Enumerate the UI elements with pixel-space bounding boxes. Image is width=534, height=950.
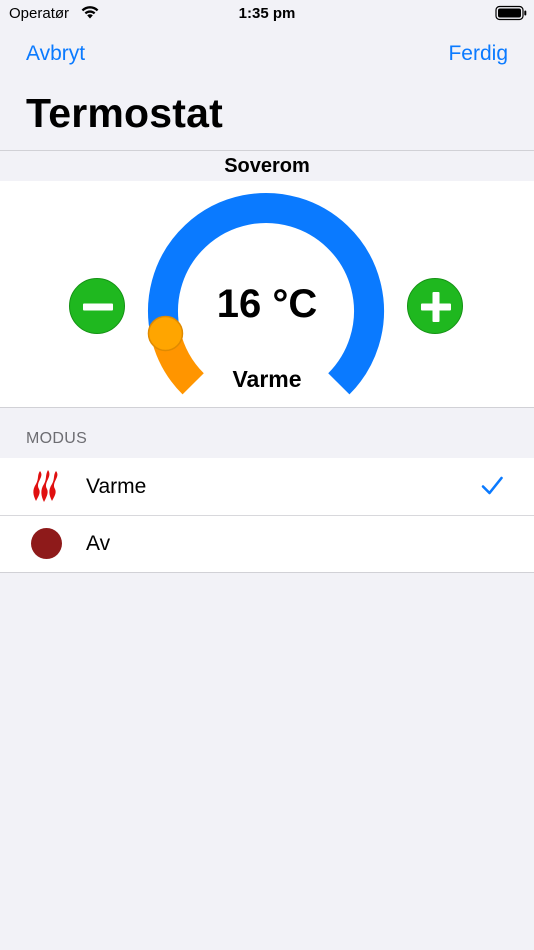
status-clock: 1:35 pm [238,5,296,22]
done-button[interactable]: Ferdig [448,42,508,66]
temperature-readout: 16 °C [216,282,318,326]
page-title: Termostat [26,90,223,136]
mode-label-off: Av [86,532,111,555]
mode-readout: Varme [232,366,302,392]
checkmark-icon [481,476,503,495]
mode-list: Varme Av [0,458,534,573]
thermostat-panel: 16 °C Varme [0,181,534,408]
mode-row-heat[interactable]: Varme [0,458,534,515]
cancel-button[interactable]: Avbryt [26,42,85,66]
status-bar: Operatør 1:35 pm [0,0,534,30]
battery-icon [495,5,527,21]
room-name: Soverom [0,150,534,181]
section-header-modus: MODUS [26,430,88,447]
mode-label-heat: Varme [86,475,147,498]
off-dot-icon [31,528,62,559]
flame-icon [33,470,58,502]
mode-row-off[interactable]: Av [0,515,534,572]
